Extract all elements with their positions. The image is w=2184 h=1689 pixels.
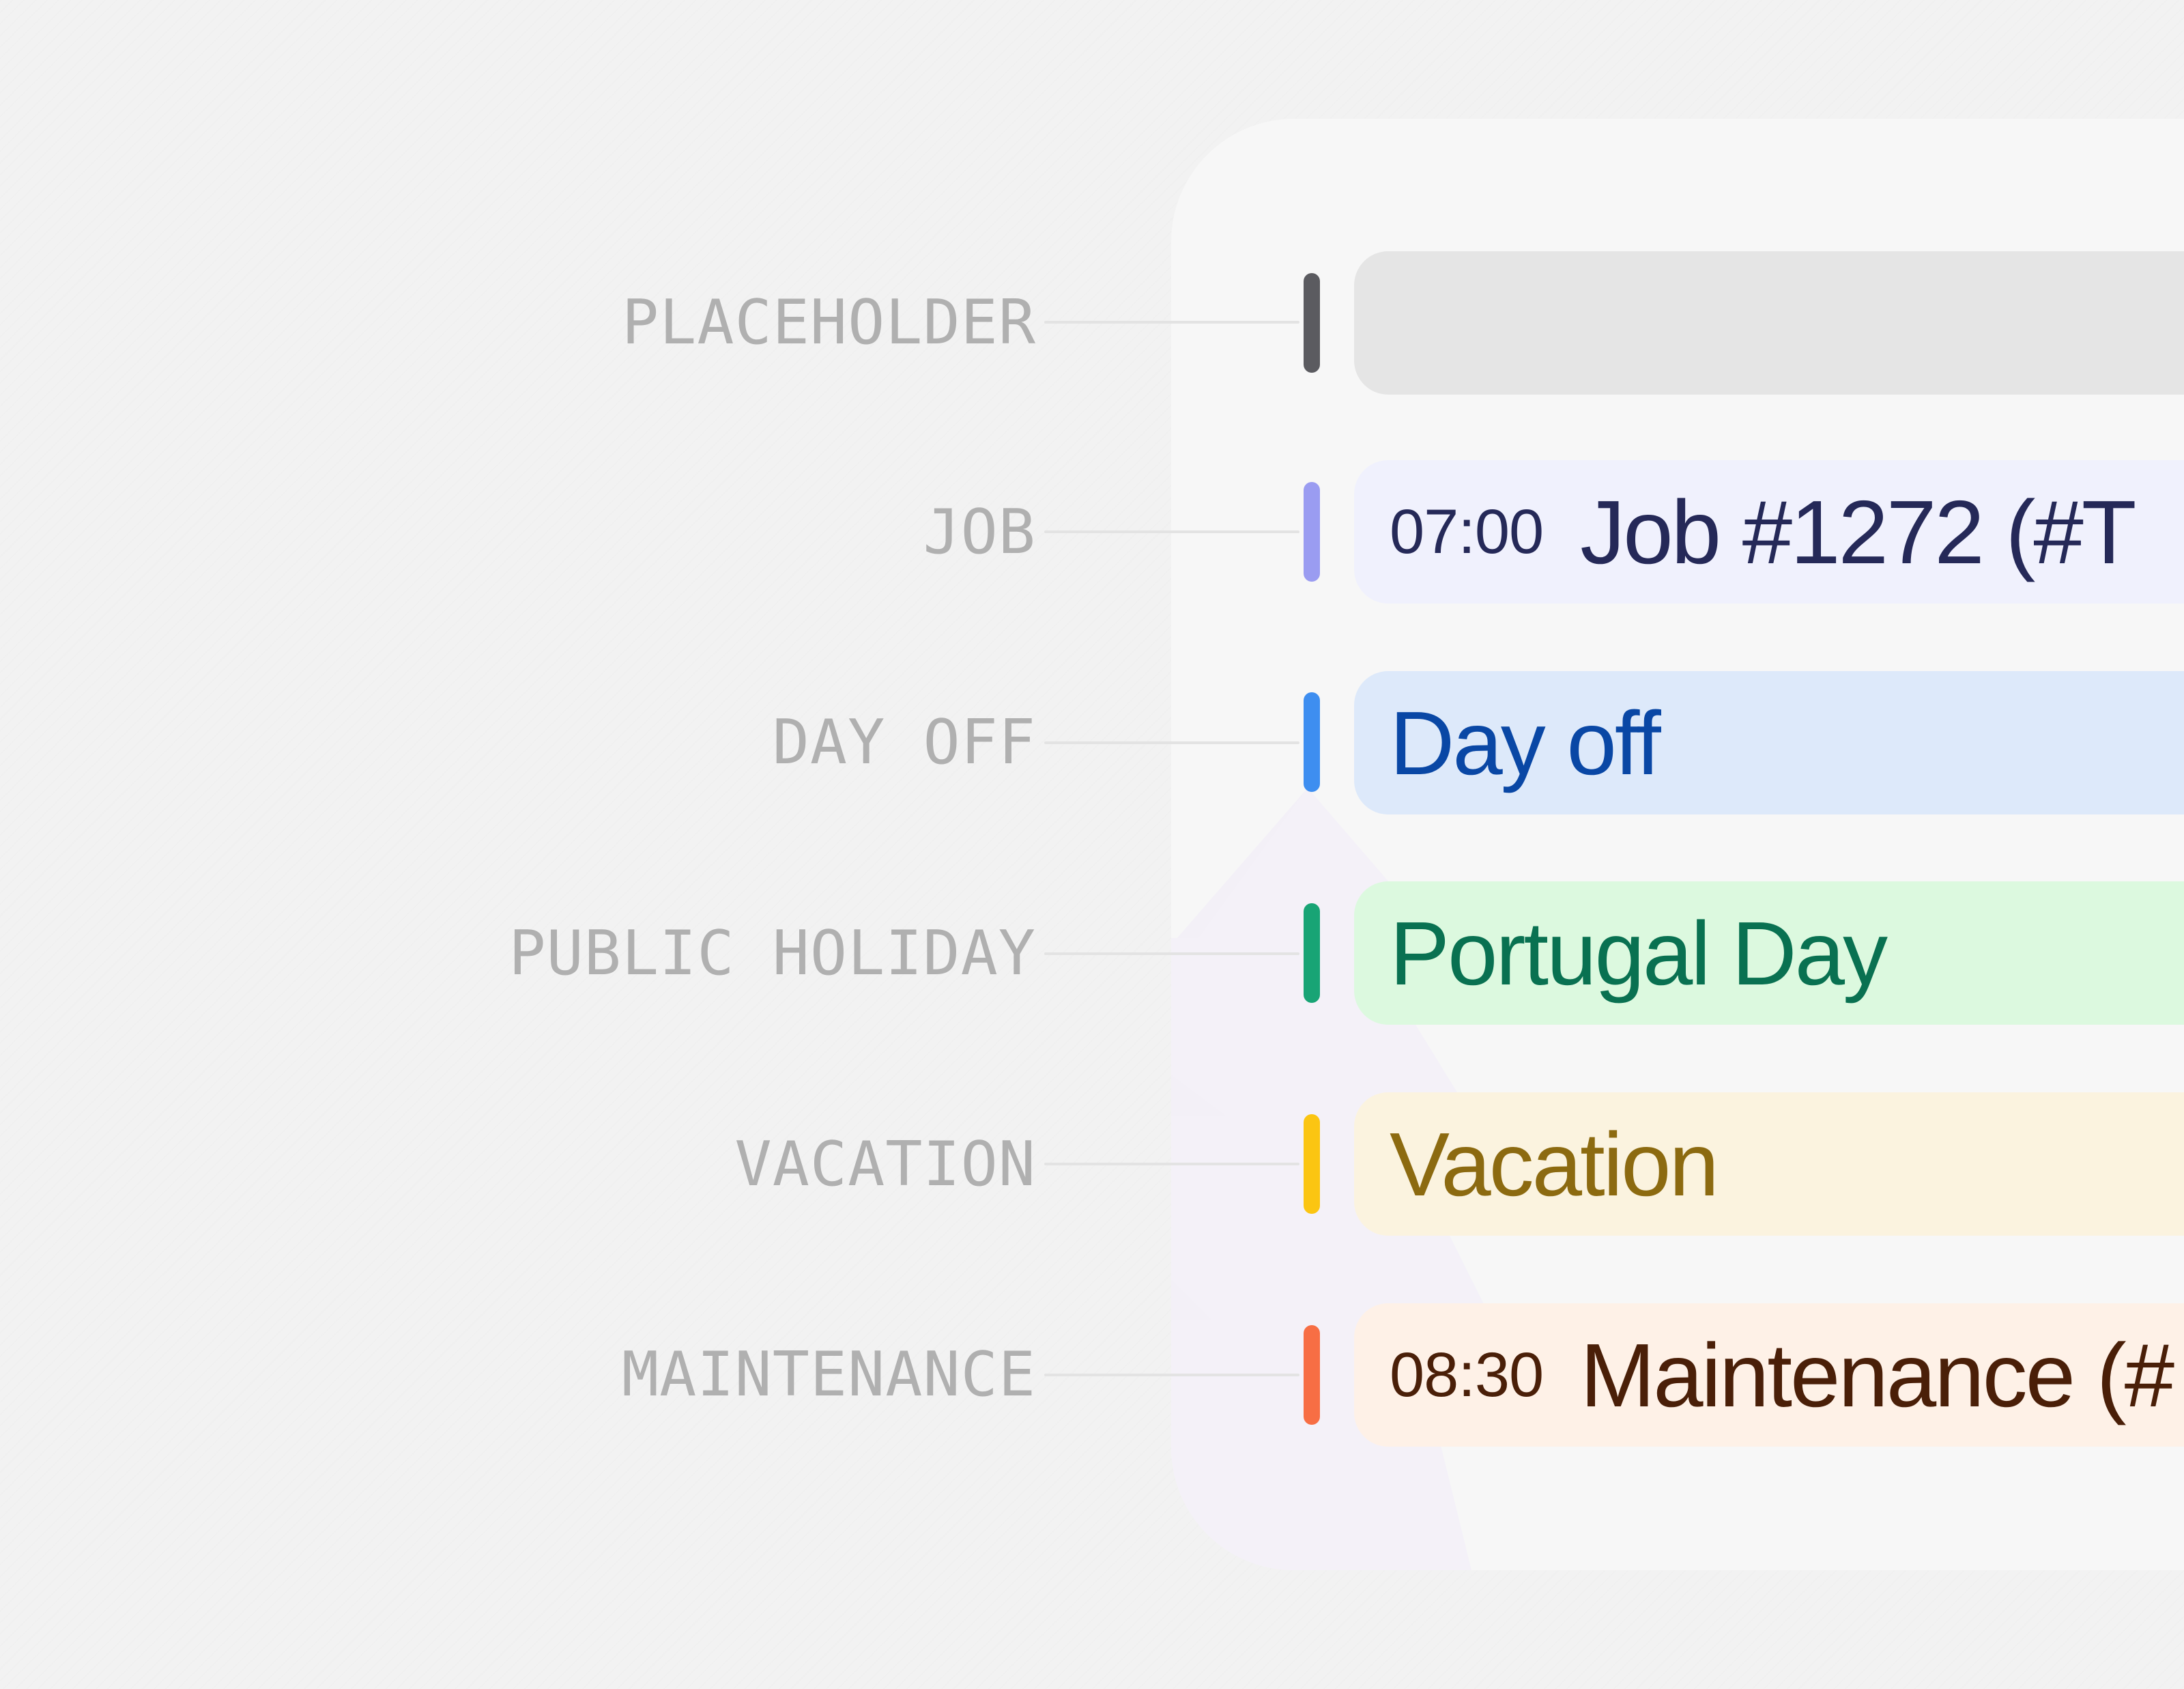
- event-maintenance[interactable]: 08:30 Maintenance (#: [1354, 1303, 2184, 1447]
- event-title: Vacation: [1390, 1113, 1719, 1215]
- row-label: JOB: [923, 496, 1036, 568]
- row-label: PLACEHOLDER: [621, 287, 1036, 358]
- connector-line: [1044, 952, 1299, 955]
- event-title: Portugal Day: [1390, 903, 1888, 1004]
- row-label: DAY OFF: [772, 707, 1036, 778]
- event-placeholder[interactable]: [1354, 251, 2184, 395]
- connector-line: [1044, 1374, 1299, 1376]
- color-marker: [1304, 692, 1320, 792]
- row-label: VACATION: [734, 1129, 1036, 1200]
- event-title: Job #1272 (#T: [1580, 481, 2136, 582]
- color-marker: [1304, 1325, 1320, 1425]
- connector-line: [1044, 1163, 1299, 1165]
- event-time: 08:30: [1390, 1339, 1544, 1410]
- row-label: MAINTENANCE: [621, 1339, 1036, 1410]
- event-job[interactable]: 07:00 Job #1272 (#T: [1354, 460, 2184, 604]
- connector-line: [1044, 530, 1299, 533]
- event-public-holiday[interactable]: Portugal Day: [1354, 881, 2184, 1025]
- row-label: PUBLIC HOLIDAY: [508, 918, 1036, 989]
- color-marker: [1304, 482, 1320, 582]
- color-marker: [1304, 903, 1320, 1003]
- event-title: Maintenance (#: [1580, 1324, 2174, 1425]
- connector-line: [1044, 321, 1299, 324]
- event-vacation[interactable]: Vacation: [1354, 1092, 2184, 1236]
- connector-line: [1044, 741, 1299, 744]
- event-day-off[interactable]: Day off: [1354, 671, 2184, 814]
- event-time: 07:00: [1390, 496, 1544, 567]
- color-marker: [1304, 273, 1320, 373]
- event-title: Day off: [1390, 692, 1661, 793]
- color-marker: [1304, 1114, 1320, 1214]
